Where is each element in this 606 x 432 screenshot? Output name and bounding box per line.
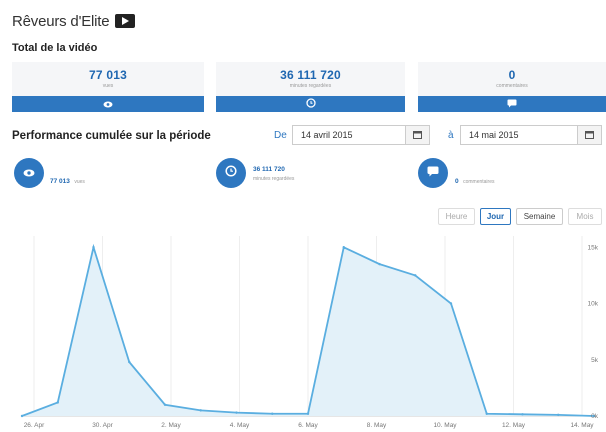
youtube-play-icon[interactable]	[115, 14, 136, 28]
comments-metric-value: 0	[455, 178, 459, 185]
data-point	[163, 403, 167, 406]
comments-total-label: commentaires	[496, 83, 528, 89]
y-tick-label: 0k	[591, 413, 599, 420]
x-tick-label: 2. May	[161, 422, 181, 429]
views-metric-value: 77 013	[50, 178, 70, 185]
to-label: à	[448, 130, 454, 141]
from-date-input[interactable]: 14 avril 2015	[292, 125, 406, 145]
minutes-metric-label: minutes regardées	[253, 176, 295, 182]
minutes-card: 36 111 720 minutes regardées	[216, 62, 405, 112]
minutes-metric: 36 111 720 minutes regardées	[253, 166, 294, 182]
views-metric-button[interactable]	[14, 158, 44, 188]
granularity-hour-button[interactable]: Heure	[438, 208, 475, 225]
granularity-day-button[interactable]: Jour	[480, 208, 511, 225]
comments-metric-button[interactable]	[418, 158, 448, 188]
views-metric: 77 013 vues	[50, 170, 85, 188]
data-point	[92, 246, 95, 249]
views-total-label: vues	[102, 83, 114, 89]
data-point	[128, 360, 131, 364]
from-label: De	[274, 130, 287, 141]
calendar-icon	[585, 126, 594, 144]
from-calendar-button[interactable]	[406, 125, 430, 145]
views-metric-label: vues	[74, 179, 85, 185]
comment-icon	[507, 95, 517, 113]
to-date-input[interactable]: 14 mai 2015	[460, 125, 578, 145]
data-point	[521, 413, 524, 416]
to-calendar-button[interactable]	[578, 125, 602, 145]
x-tick-label: 14. May	[570, 422, 594, 429]
views-card: 77 013 vues	[12, 62, 204, 112]
views-area-chart: 26. Apr 30. Apr 2. May 4. May 6. May 8. May 10…	[20, 236, 599, 429]
data-point	[378, 262, 381, 266]
x-tick-label: 10. May	[433, 422, 457, 429]
data-point	[271, 412, 274, 415]
y-tick-label: 10k	[588, 301, 599, 308]
eye-icon	[23, 164, 35, 182]
minutes-metric-value: 36 111 720	[253, 166, 285, 173]
data-point	[199, 409, 202, 412]
x-tick-label: 12. May	[502, 422, 526, 429]
y-tick-label: 15k	[588, 244, 599, 251]
channel-name[interactable]: Rêveurs d'Elite	[12, 13, 110, 30]
comment-icon	[427, 164, 439, 182]
comments-card-bar[interactable]	[418, 96, 606, 112]
page-header: Rêveurs d'Elite	[12, 10, 136, 32]
granularity-week-button[interactable]: Semaine	[516, 208, 563, 225]
x-tick-label: 26. Apr	[24, 422, 45, 429]
clock-icon	[225, 164, 237, 182]
calendar-icon	[413, 126, 422, 144]
data-point	[414, 274, 417, 277]
y-tick-label: 5k	[591, 357, 599, 364]
x-tick-label: 8. May	[367, 422, 387, 429]
x-tick-label: 6. May	[298, 422, 318, 429]
views-total-value: 77 013	[89, 68, 127, 82]
granularity-month-button[interactable]: Mois	[568, 208, 602, 225]
performance-section-title: Performance cumulée sur la période	[12, 130, 211, 142]
minutes-total-label: minutes regardées	[289, 83, 332, 89]
x-tick-label: 4. May	[230, 422, 250, 429]
comments-total-value: 0	[508, 68, 516, 82]
minutes-card-bar[interactable]	[216, 96, 405, 112]
minutes-metric-button[interactable]	[216, 158, 246, 188]
total-section-title: Total de la vidéo	[12, 42, 98, 54]
data-point	[449, 302, 453, 305]
views-card-bar[interactable]	[12, 96, 204, 112]
comments-metric: 0 commentaires	[455, 170, 494, 188]
clock-icon	[305, 95, 316, 113]
data-point	[557, 413, 560, 417]
data-point	[20, 414, 24, 418]
data-point	[306, 412, 310, 415]
data-point	[56, 401, 59, 404]
comments-card: 0 commentaires	[418, 62, 606, 112]
comments-metric-label: commentaires	[463, 179, 495, 185]
x-tick-label: 30. Apr	[92, 422, 113, 429]
data-point	[235, 411, 238, 414]
eye-icon	[103, 95, 113, 113]
minutes-total-value: 36 111 720	[280, 68, 341, 82]
data-point	[342, 246, 345, 249]
data-point	[485, 412, 488, 415]
